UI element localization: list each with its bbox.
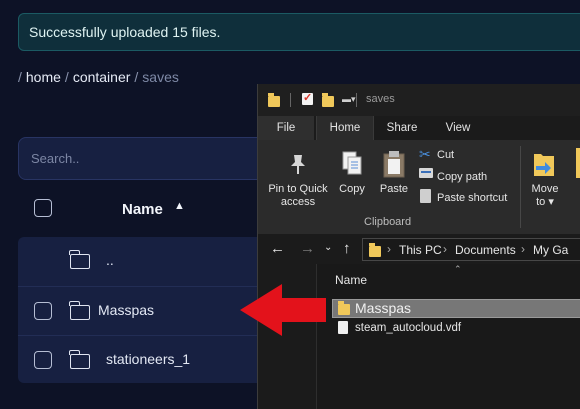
item-name: Masspas [355,300,412,316]
cut-button[interactable]: Cut [437,149,454,161]
paste-shortcut-button[interactable]: Paste shortcut [437,192,507,204]
scissors-icon[interactable]: ✂ [419,146,431,163]
folder-icon [338,301,350,315]
paste-button[interactable]: Paste [377,183,411,196]
pin-label-line1: Pin to Quick [268,183,328,195]
ribbon-tabs: File Home Share View [258,116,580,140]
sort-ascending-icon[interactable]: ▲ [174,200,185,212]
folder-icon [69,301,90,320]
ribbon-divider [520,146,521,228]
clipboard-group-label: Clipboard [364,216,412,228]
divider [290,93,291,107]
pin-icon[interactable] [288,153,308,175]
customize-toolbar-icon[interactable]: ▬▾ [342,94,356,105]
row-name[interactable]: Masspas [98,302,154,318]
address-segment-documents[interactable]: Documents [455,243,516,257]
breadcrumb-separator: / [18,69,22,85]
paste-icon[interactable] [383,150,405,178]
sort-chevron-up-icon[interactable]: ⌃ [454,264,462,275]
chevron-right-icon[interactable]: › [443,242,447,256]
explorer-title-bar[interactable]: ▬▾ saves [258,84,580,116]
move-to-icon[interactable] [532,148,556,178]
address-bar[interactable]: › This PC › Documents › My Ga [362,238,580,261]
tab-view[interactable]: View [430,116,486,140]
name-column-header[interactable]: Name [335,273,367,287]
move-to-button[interactable]: Move to ▾ [526,183,564,209]
row-name: .. [106,252,114,268]
list-item-selected[interactable]: Masspas [332,299,580,318]
chevron-right-icon[interactable]: › [387,242,391,256]
file-icon [338,321,348,334]
search-placeholder: Search.. [31,151,80,166]
forward-arrow-icon[interactable]: → [300,240,315,257]
ribbon-home: Pin to Quick access Copy Paste ✂ Cut Cop… [258,140,580,235]
new-folder-icon[interactable] [322,93,334,107]
address-segment-this-pc[interactable]: This PC [399,243,442,257]
breadcrumb-separator: / [64,69,69,85]
name-column-header[interactable]: Name [122,201,163,218]
breadcrumb-container[interactable]: container [73,69,131,85]
notification-text: Successfully uploaded 15 files. [29,24,221,40]
move-label-line1: Move [531,183,559,195]
tab-file[interactable]: File [258,116,314,140]
recent-locations-chevron-icon[interactable]: ⌄ [324,242,332,253]
properties-icon[interactable] [302,91,313,105]
copy-to-icon[interactable] [576,148,580,178]
folder-icon [268,93,280,107]
folder-icon [69,350,90,369]
explorer-window: ▬▾ saves File Home Share View Pin to Qui… [257,84,580,409]
divider [356,93,357,107]
tab-share[interactable]: Share [374,116,430,140]
select-all-checkbox[interactable] [34,199,52,217]
red-arrow-annotation [240,284,326,336]
address-segment-my-games[interactable]: My Ga [533,243,568,257]
breadcrumb-home[interactable]: home [26,69,61,85]
up-arrow-icon[interactable]: ↑ [343,240,351,257]
breadcrumb: / home / container / saves [18,69,179,85]
pin-to-quick-access-button[interactable]: Pin to Quick access [258,183,338,209]
back-arrow-icon[interactable]: ← [270,240,285,257]
copy-path-icon[interactable] [419,168,433,178]
row-checkbox[interactable] [34,351,52,369]
copy-icon[interactable] [341,150,363,176]
paste-shortcut-icon[interactable] [420,189,431,203]
address-bar-row: ← → ⌄ ↑ › This PC › Documents › My Ga [258,234,580,264]
copy-button[interactable]: Copy [337,183,367,196]
copy-path-button[interactable]: Copy path [437,171,487,183]
breadcrumb-current: saves [142,69,179,85]
upload-success-notification: Successfully uploaded 15 files. [18,13,580,51]
pin-label-line2: access [280,196,316,208]
folder-icon [369,243,381,257]
window-title: saves [366,93,395,105]
folder-icon [69,250,90,269]
breadcrumb-separator: / [134,69,139,85]
tab-home[interactable]: Home [316,116,374,140]
row-checkbox[interactable] [34,302,52,320]
move-label-line2: to ▾ [536,196,554,208]
item-name: steam_autocloud.vdf [355,322,462,334]
row-name[interactable]: stationeers_1 [106,351,190,367]
chevron-right-icon[interactable]: › [521,242,525,256]
